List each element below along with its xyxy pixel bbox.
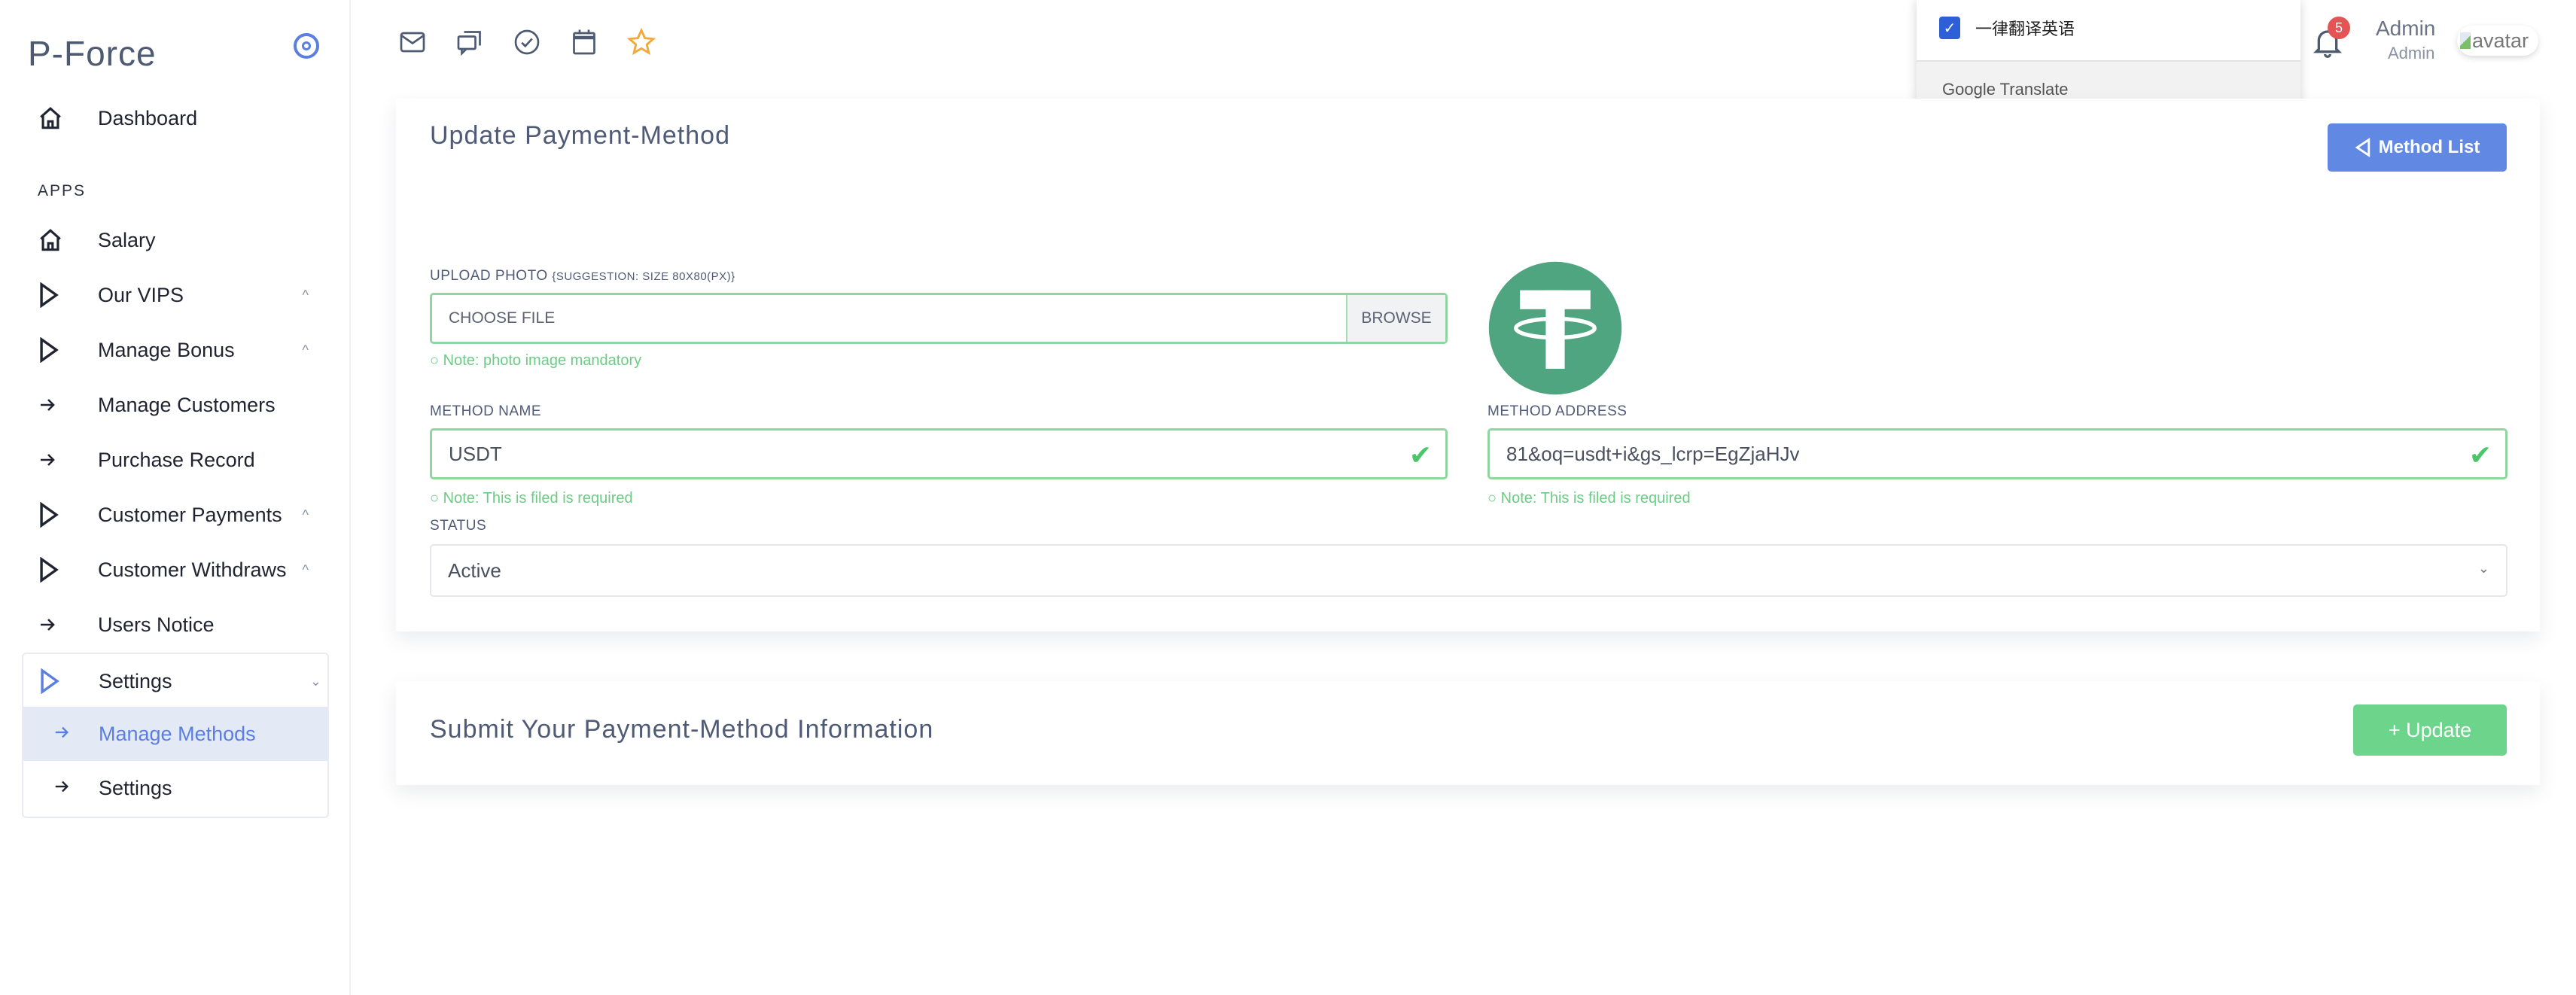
note-dot-icon: ○: [1487, 490, 1501, 507]
play-triangle-icon: [38, 557, 83, 583]
method-name-note: ○ Note: This is filed is required: [430, 490, 633, 507]
play-triangle-icon: [38, 502, 83, 528]
sidebar-item-dashboard[interactable]: Dashboard: [23, 96, 331, 141]
section-label-apps: APPS: [38, 182, 87, 199]
topbar-shortcuts: [397, 27, 656, 57]
upload-photo-label-text: UPLOAD PHOTO: [430, 268, 548, 284]
home-icon: [38, 105, 83, 131]
broken-image-icon: [2460, 32, 2471, 49]
status-select[interactable]: Active ⌄: [430, 544, 2507, 597]
brand-logo[interactable]: P-Force: [28, 33, 157, 74]
update-payment-method-card: Update Payment-Method Method List UPLOAD…: [396, 99, 2540, 631]
user-name[interactable]: Admin: [2376, 17, 2435, 41]
method-address-value: 81&oq=usdt+i&gs_lcrp=EgZjaHJv: [1506, 442, 1800, 465]
sidebar-subitem-label: Manage Methods: [99, 722, 256, 745]
sidebar-item-label: Customer Payments: [98, 503, 282, 526]
sidebar-item-label: Dashboard: [98, 106, 198, 129]
status-label: STATUS: [430, 518, 487, 534]
upload-photo-label: UPLOAD PHOTO {SUGGESTION: SIZE 80X80(PX)…: [430, 268, 735, 285]
note-dot-icon: ○: [430, 490, 443, 507]
notification-badge: 5: [2328, 17, 2350, 39]
note-dot-icon: ○: [430, 352, 443, 369]
chevron-up-icon: ^: [302, 507, 309, 522]
sidebar-subitem-label: Settings: [99, 776, 172, 799]
method-address-note-text: Note: This is filed is required: [1500, 490, 1691, 507]
back-triangle-icon: [2355, 138, 2370, 157]
sidebar-item-label: Manage Bonus: [98, 338, 235, 361]
photo-file-input[interactable]: CHOOSE FILE BROWSE: [430, 293, 1448, 344]
sidebar-toggle-icon[interactable]: [294, 33, 319, 59]
mail-icon[interactable]: [397, 27, 428, 57]
sidebar-item-label: Purchase Record: [98, 448, 255, 471]
google-translate-popup: ✓ 一律翻译英语 Google Translate: [1917, 0, 2300, 113]
sidebar-item-our-vips[interactable]: Our VIPS ^: [23, 272, 331, 318]
sidebar-group-settings: Settings ⌄ Manage Methods Settings: [22, 653, 329, 818]
sidebar-subitem-manage-methods[interactable]: Manage Methods: [23, 707, 327, 761]
home-icon: [38, 227, 83, 253]
upload-note-text: Note: photo image mandatory: [443, 352, 642, 369]
sidebar: P-Force Dashboard APPS Salary Our VIPS ^…: [0, 0, 351, 995]
arrow-right-icon: [38, 396, 83, 414]
chat-icon[interactable]: [455, 27, 485, 57]
sidebar-item-salary[interactable]: Salary: [23, 218, 331, 263]
upload-photo-suggestion: {SUGGESTION: SIZE 80X80(PX)}: [552, 270, 735, 283]
method-address-input[interactable]: 81&oq=usdt+i&gs_lcrp=EgZjaHJv ✔: [1487, 428, 2507, 479]
submit-card-title: Submit Your Payment-Method Information: [430, 715, 934, 744]
status-value: Active: [448, 558, 501, 582]
translate-checkbox[interactable]: ✓: [1939, 17, 1960, 39]
arrow-right-icon: [53, 723, 84, 746]
sidebar-item-label: Our VIPS: [98, 283, 184, 306]
card-title: Update Payment-Method: [430, 121, 730, 150]
avatar[interactable]: avatar: [2457, 26, 2538, 56]
method-address-label: METHOD ADDRESS: [1487, 403, 1628, 419]
play-triangle-icon: [38, 668, 84, 694]
submit-card: Submit Your Payment-Method Information +…: [396, 681, 2540, 785]
chevron-up-icon: ^: [302, 342, 309, 358]
sidebar-item-label: Manage Customers: [98, 393, 276, 416]
sidebar-item-label: Salary: [98, 228, 156, 251]
sidebar-item-manage-customers[interactable]: Manage Customers: [23, 382, 331, 428]
method-list-label: Method List: [2378, 137, 2480, 157]
usdt-logo-preview: [1487, 260, 1623, 396]
avatar-alt-text: avatar: [2472, 29, 2529, 52]
sidebar-item-label: Users Notice: [98, 613, 215, 636]
arrow-right-icon: [53, 777, 84, 800]
valid-check-icon: ✔: [1408, 440, 1432, 470]
sidebar-item-label: Customer Withdraws: [98, 558, 287, 581]
translate-always-option[interactable]: ✓ 一律翻译英语: [1917, 0, 2300, 60]
sidebar-item-users-notice[interactable]: Users Notice: [23, 602, 331, 647]
method-name-input[interactable]: USDT ✔: [430, 428, 1448, 479]
check-circle-icon[interactable]: [512, 27, 542, 57]
chevron-down-icon: ⌄: [2477, 561, 2489, 576]
sidebar-item-settings[interactable]: Settings ⌄: [23, 659, 332, 704]
method-address-note: ○ Note: This is filed is required: [1487, 490, 1691, 507]
sidebar-item-customer-payments[interactable]: Customer Payments ^: [23, 492, 331, 537]
chevron-down-icon: ⌄: [309, 673, 321, 689]
sidebar-item-label: Settings: [99, 669, 172, 692]
arrow-right-icon: [38, 616, 83, 634]
calendar-icon[interactable]: [569, 27, 599, 57]
sidebar-item-purchase-record[interactable]: Purchase Record: [23, 437, 331, 482]
method-name-label: METHOD NAME: [430, 403, 541, 419]
update-button[interactable]: + Update: [2353, 704, 2507, 756]
play-triangle-icon: [38, 337, 83, 363]
user-role: Admin: [2388, 44, 2435, 62]
sidebar-subitem-settings[interactable]: Settings: [23, 761, 327, 815]
method-name-note-text: Note: This is filed is required: [443, 490, 633, 507]
sidebar-item-manage-bonus[interactable]: Manage Bonus ^: [23, 327, 331, 373]
chevron-up-icon: ^: [302, 287, 309, 303]
arrow-right-icon: [38, 451, 83, 469]
translate-checkbox-label: 一律翻译英语: [1975, 20, 2075, 39]
upload-note: ○ Note: photo image mandatory: [430, 352, 641, 370]
method-list-button[interactable]: Method List: [2328, 123, 2507, 172]
sidebar-item-customer-withdraws[interactable]: Customer Withdraws ^: [23, 547, 331, 592]
play-triangle-icon: [38, 282, 83, 308]
browse-button[interactable]: BROWSE: [1346, 295, 1445, 342]
method-name-value: USDT: [449, 442, 502, 465]
valid-check-icon: ✔: [2468, 440, 2492, 470]
choose-file-placeholder[interactable]: CHOOSE FILE: [432, 295, 1346, 342]
chevron-up-icon: ^: [302, 561, 309, 577]
star-icon[interactable]: [626, 27, 656, 57]
